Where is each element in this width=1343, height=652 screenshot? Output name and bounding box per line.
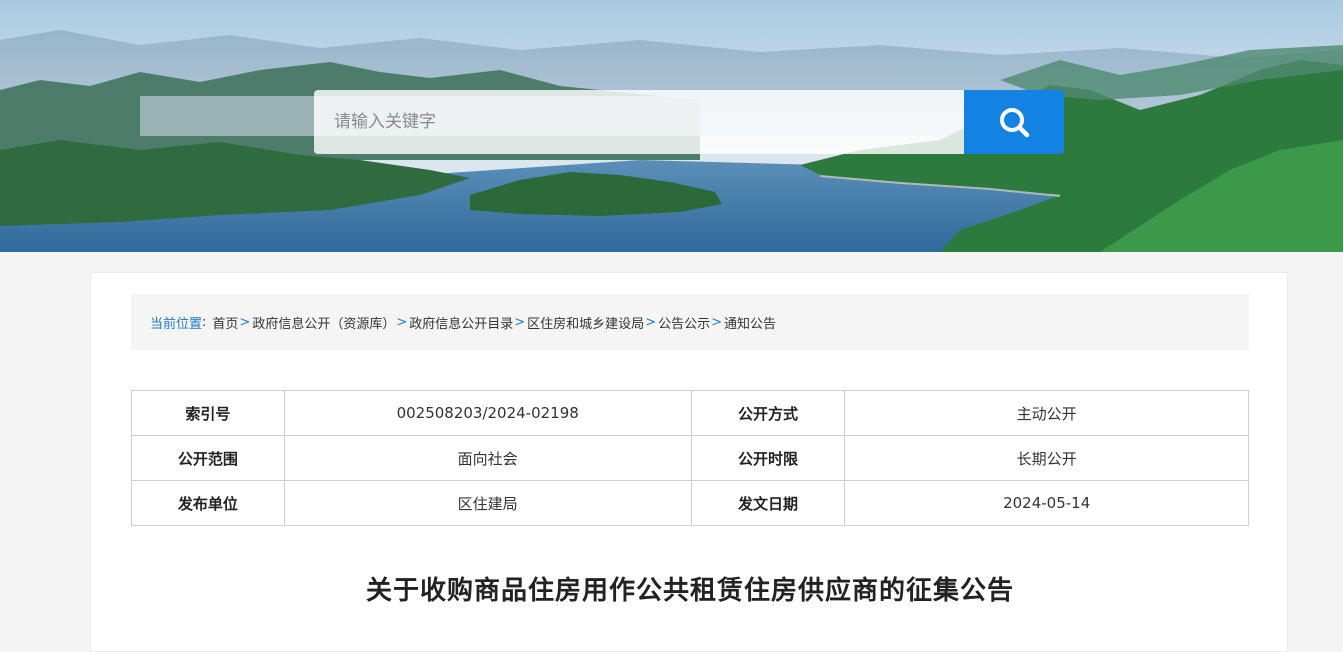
breadcrumb-colon: : [202, 314, 207, 330]
search-input[interactable] [314, 90, 964, 154]
document-meta-table: 索引号 002508203/2024-02198 公开方式 主动公开 公开范围 … [131, 390, 1249, 526]
meta-value-issue-date: 2024-05-14 [844, 480, 1249, 526]
breadcrumb-item-info-disclosure[interactable]: 政府信息公开（资源库） [252, 313, 395, 332]
breadcrumb-item-home[interactable]: 首页 [212, 313, 238, 332]
document-title: 关于收购商品住房用作公共租赁住房供应商的征集公告 [365, 576, 1014, 606]
breadcrumb-item-notices[interactable]: 通知公告 [724, 313, 776, 332]
meta-value-index: 002508203/2024-02198 [283, 390, 692, 436]
breadcrumb-separator: > [396, 314, 408, 330]
header-banner [0, 0, 1343, 252]
breadcrumb-separator: > [239, 314, 251, 330]
meta-value-scope: 面向社会 [283, 435, 692, 481]
content-card: 当前位置: 首页 > 政府信息公开（资源库） > 政府信息公开目录 > 区住房和城乡建… [90, 272, 1288, 652]
breadcrumb-item-announcements[interactable]: 公告公示 [658, 313, 710, 332]
breadcrumb: 当前位置: 首页 > 政府信息公开（资源库） > 政府信息公开目录 > 区住房和城乡建… [131, 294, 1249, 350]
meta-key-issue-date: 发文日期 [690, 480, 846, 526]
breadcrumb-separator: > [645, 314, 657, 330]
breadcrumb-separator: > [514, 314, 526, 330]
search-icon [997, 105, 1031, 139]
meta-value-publisher: 区住建局 [283, 480, 692, 526]
breadcrumb-label: 当前位置 [150, 316, 203, 332]
meta-key-time-limit: 公开时限 [690, 435, 846, 481]
meta-key-publisher: 发布单位 [131, 480, 285, 526]
breadcrumb-separator: > [711, 314, 723, 330]
table-row: 公开范围 面向社会 公开时限 长期公开 [131, 435, 1249, 481]
breadcrumb-item-catalog[interactable]: 政府信息公开目录 [409, 313, 513, 332]
meta-key-index: 索引号 [131, 390, 285, 436]
table-row: 索引号 002508203/2024-02198 公开方式 主动公开 [131, 390, 1249, 436]
meta-value-disclosure-method: 主动公开 [844, 390, 1249, 436]
meta-key-disclosure-method: 公开方式 [690, 390, 846, 436]
meta-key-scope: 公开范围 [131, 435, 285, 481]
search-button[interactable] [964, 90, 1064, 154]
breadcrumb-item-housing-bureau[interactable]: 区住房和城乡建设局 [527, 313, 644, 332]
meta-value-time-limit: 长期公开 [844, 435, 1249, 481]
table-row: 发布单位 区住建局 发文日期 2024-05-14 [131, 480, 1249, 526]
